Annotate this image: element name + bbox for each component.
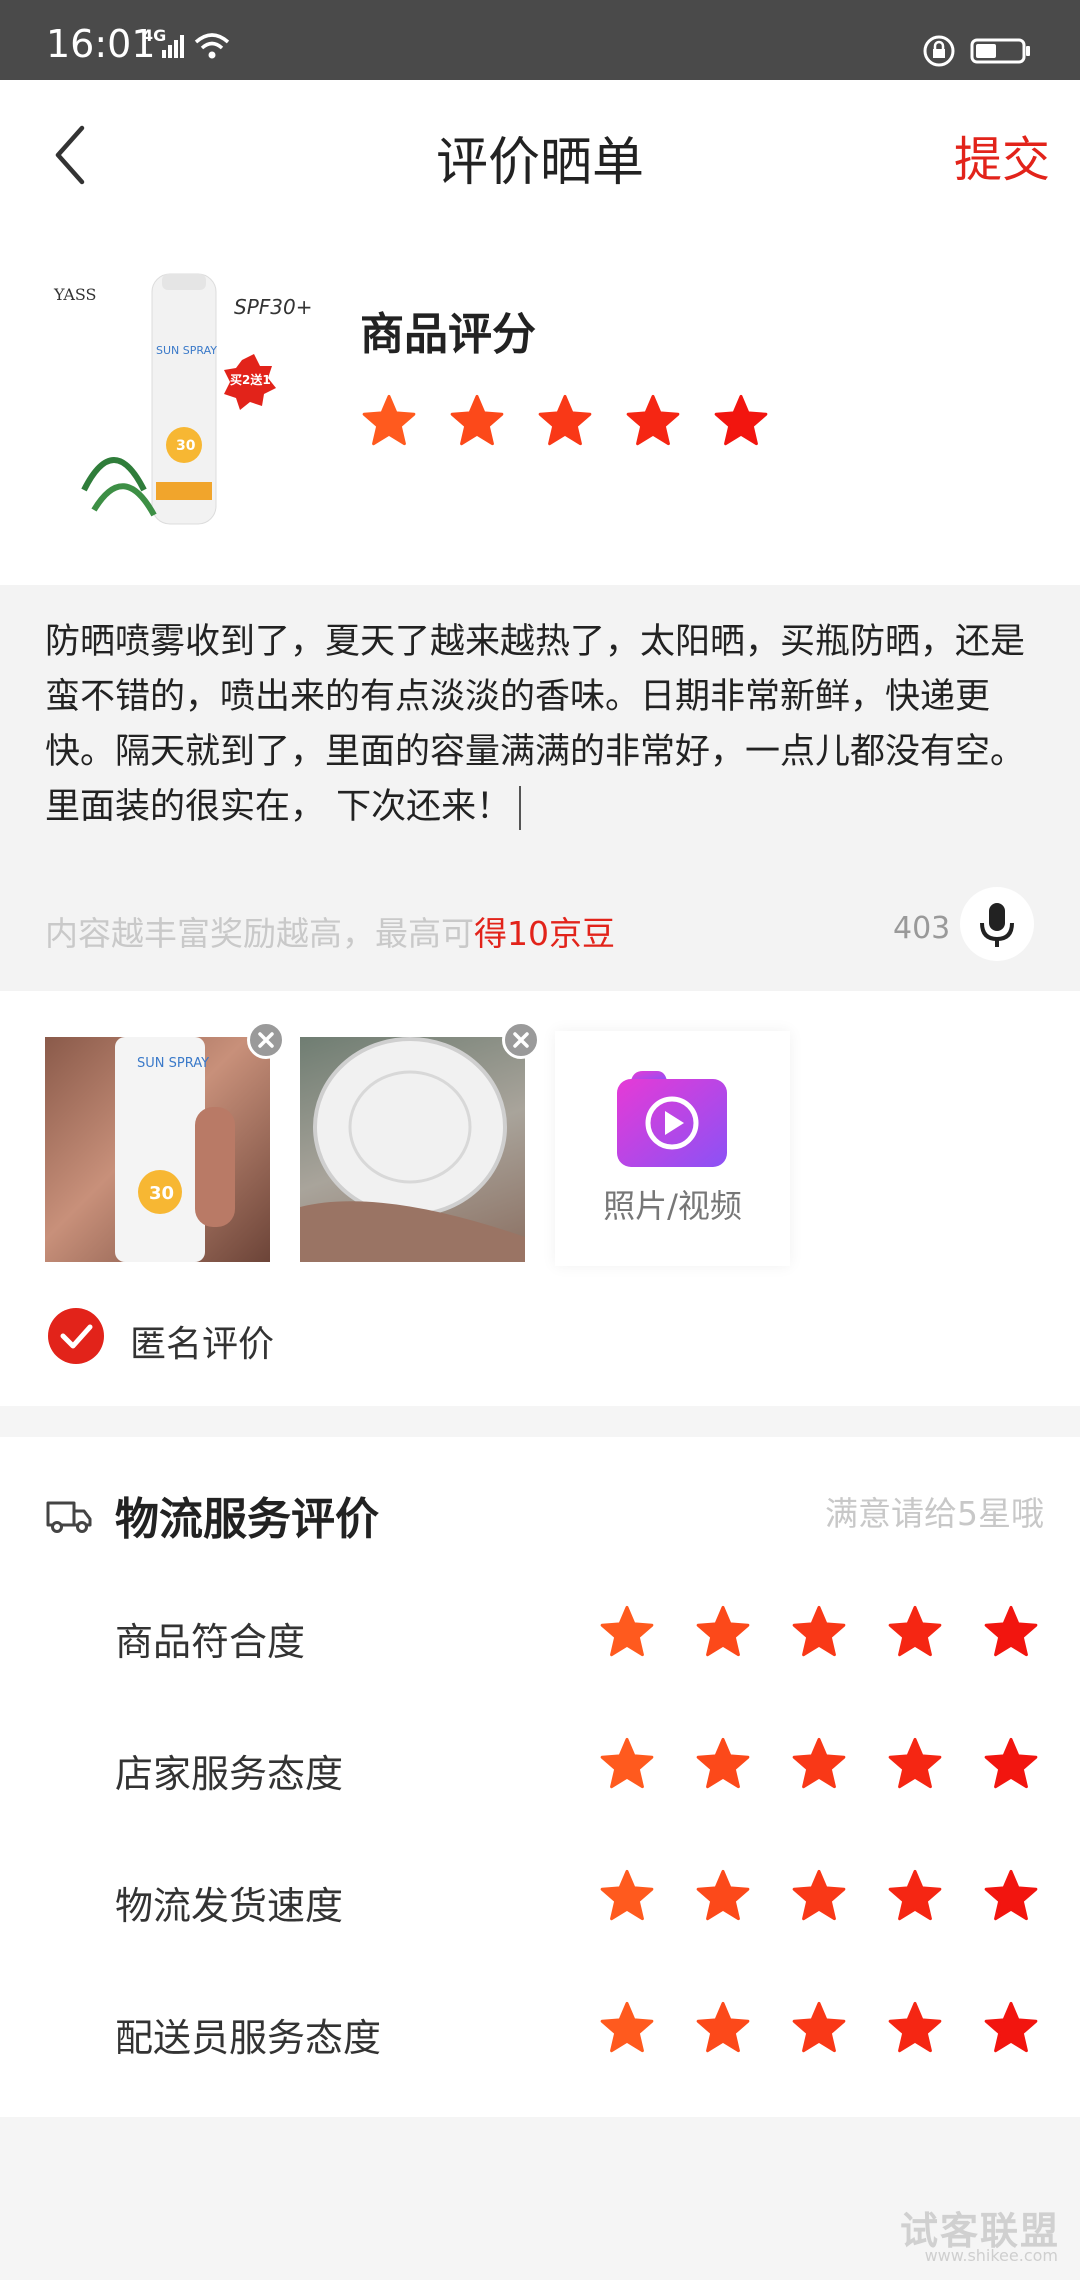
rotation-lock-icon	[923, 35, 955, 67]
checkmark-icon	[60, 1324, 93, 1349]
video-camera-icon	[617, 1071, 727, 1167]
anonymous-checkbox[interactable]	[48, 1308, 104, 1364]
star-filled-icon[interactable]	[982, 1999, 1040, 2057]
status-time: 16:01	[46, 22, 156, 66]
rating-row-stars[interactable]	[598, 1735, 1040, 1793]
star-filled-icon[interactable]	[712, 392, 770, 450]
star-filled-icon[interactable]	[886, 1603, 944, 1661]
remove-photo-button[interactable]	[247, 1021, 285, 1059]
battery-icon	[970, 38, 1030, 64]
reward-hint-prefix: 内容越丰富奖励越高，最高可	[45, 914, 474, 953]
voice-input-button[interactable]	[960, 887, 1034, 961]
svg-text:SPF30+: SPF30+	[234, 295, 312, 319]
microphone-icon	[980, 903, 1014, 947]
rating-row-stars[interactable]	[598, 1867, 1040, 1925]
svg-text:30: 30	[176, 438, 196, 454]
remove-photo-button[interactable]	[502, 1021, 540, 1059]
product-card: YASS SUN SPRAY 30 买2送1 SPF30+ 商品评分	[0, 230, 1080, 585]
svg-text:SUN SPRAY: SUN SPRAY	[137, 1056, 209, 1071]
rating-row: 配送员服务态度	[0, 1963, 1080, 2095]
star-filled-icon[interactable]	[790, 1735, 848, 1793]
page-title: 评价晒单	[435, 133, 644, 193]
add-media-label: 照片/视频	[603, 1187, 742, 1225]
reward-hint-highlight: 得10京豆	[474, 914, 615, 953]
star-filled-icon[interactable]	[694, 1603, 752, 1661]
uploaded-photo[interactable]	[300, 1037, 525, 1262]
photo-content: SUN SPRAY 30	[115, 1037, 235, 1262]
char-count: 403	[893, 911, 951, 946]
signal-icon	[162, 35, 184, 58]
star-filled-icon[interactable]	[982, 1867, 1040, 1925]
nav-header: 评价晒单 提交	[0, 80, 1080, 230]
logistics-title: 物流服务评价	[115, 1494, 379, 1545]
svg-text:30: 30	[149, 1183, 174, 1204]
status-bar: 16:01 4G	[0, 0, 1080, 80]
star-filled-icon[interactable]	[886, 1999, 944, 2057]
product-rating-title: 商品评分	[360, 309, 536, 360]
rating-row-label: 物流发货速度	[115, 1884, 344, 1928]
logistics-section: 物流服务评价 满意请给5星哦 商品符合度 店家服务态度 物流发货速度 配送员服务…	[0, 1437, 1080, 2117]
review-textarea[interactable]: 防晒喷雾收到了，夏天了越来越热了，太阳晒，买瓶防晒，还是蛮不错的，喷出来的有点淡…	[45, 615, 1045, 835]
rating-row: 物流发货速度	[0, 1831, 1080, 1963]
close-icon	[513, 1032, 529, 1048]
star-filled-icon[interactable]	[448, 392, 506, 450]
reward-hint: 内容越丰富奖励越高，最高可得10京豆	[45, 907, 615, 955]
star-filled-icon[interactable]	[624, 392, 682, 450]
star-filled-icon[interactable]	[536, 392, 594, 450]
svg-text:SUN SPRAY: SUN SPRAY	[156, 344, 217, 357]
star-filled-icon[interactable]	[694, 1999, 752, 2057]
star-filled-icon[interactable]	[982, 1603, 1040, 1661]
rating-row-stars[interactable]	[598, 1999, 1040, 2057]
rating-row: 店家服务态度	[0, 1699, 1080, 1831]
star-filled-icon[interactable]	[886, 1735, 944, 1793]
product-thumbnail: YASS SUN SPRAY 30 买2送1 SPF30+	[53, 273, 312, 525]
star-filled-icon[interactable]	[790, 1867, 848, 1925]
review-input-area[interactable]: 防晒喷雾收到了，夏天了越来越热了，太阳晒，买瓶防晒，还是蛮不错的，喷出来的有点淡…	[0, 585, 1080, 991]
close-icon	[258, 1032, 274, 1048]
product-star-rating[interactable]	[360, 392, 770, 450]
star-filled-icon[interactable]	[790, 1999, 848, 2057]
star-filled-icon[interactable]	[694, 1867, 752, 1925]
uploaded-photo[interactable]: SUN SPRAY 30	[45, 1037, 270, 1262]
svg-text:YASS: YASS	[53, 285, 97, 304]
anonymous-label: 匿名评价	[130, 1324, 275, 1365]
star-filled-icon[interactable]	[694, 1735, 752, 1793]
truck-icon	[46, 1501, 92, 1533]
watermark-url: www.shikee.com	[924, 2246, 1058, 2265]
star-filled-icon[interactable]	[598, 1735, 656, 1793]
text-cursor	[519, 786, 522, 830]
rating-row: 商品符合度	[0, 1567, 1080, 1699]
wifi-icon	[194, 33, 230, 59]
media-section: SUN SPRAY 30 照片/视频 匿名评价	[0, 991, 1080, 1406]
review-text: 防晒喷雾收到了，夏天了越来越热了，太阳晒，买瓶防晒，还是蛮不错的，喷出来的有点淡…	[45, 622, 1026, 827]
star-filled-icon[interactable]	[360, 392, 418, 450]
star-filled-icon[interactable]	[598, 1603, 656, 1661]
rating-row-label: 配送员服务态度	[115, 2016, 382, 2060]
add-media-button[interactable]: 照片/视频	[555, 1031, 790, 1266]
star-filled-icon[interactable]	[790, 1603, 848, 1661]
photo-content	[300, 1037, 525, 1262]
star-filled-icon[interactable]	[598, 1867, 656, 1925]
star-filled-icon[interactable]	[598, 1999, 656, 2057]
star-filled-icon[interactable]	[886, 1867, 944, 1925]
svg-text:买2送1: 买2送1	[230, 372, 271, 387]
submit-button[interactable]: 提交	[954, 120, 1050, 190]
logistics-hint: 满意请给5星哦	[825, 1494, 1044, 1533]
rating-row-label: 商品符合度	[115, 1620, 306, 1664]
rating-row-stars[interactable]	[598, 1603, 1040, 1661]
rating-row-label: 店家服务态度	[115, 1752, 344, 1796]
star-filled-icon[interactable]	[982, 1735, 1040, 1793]
